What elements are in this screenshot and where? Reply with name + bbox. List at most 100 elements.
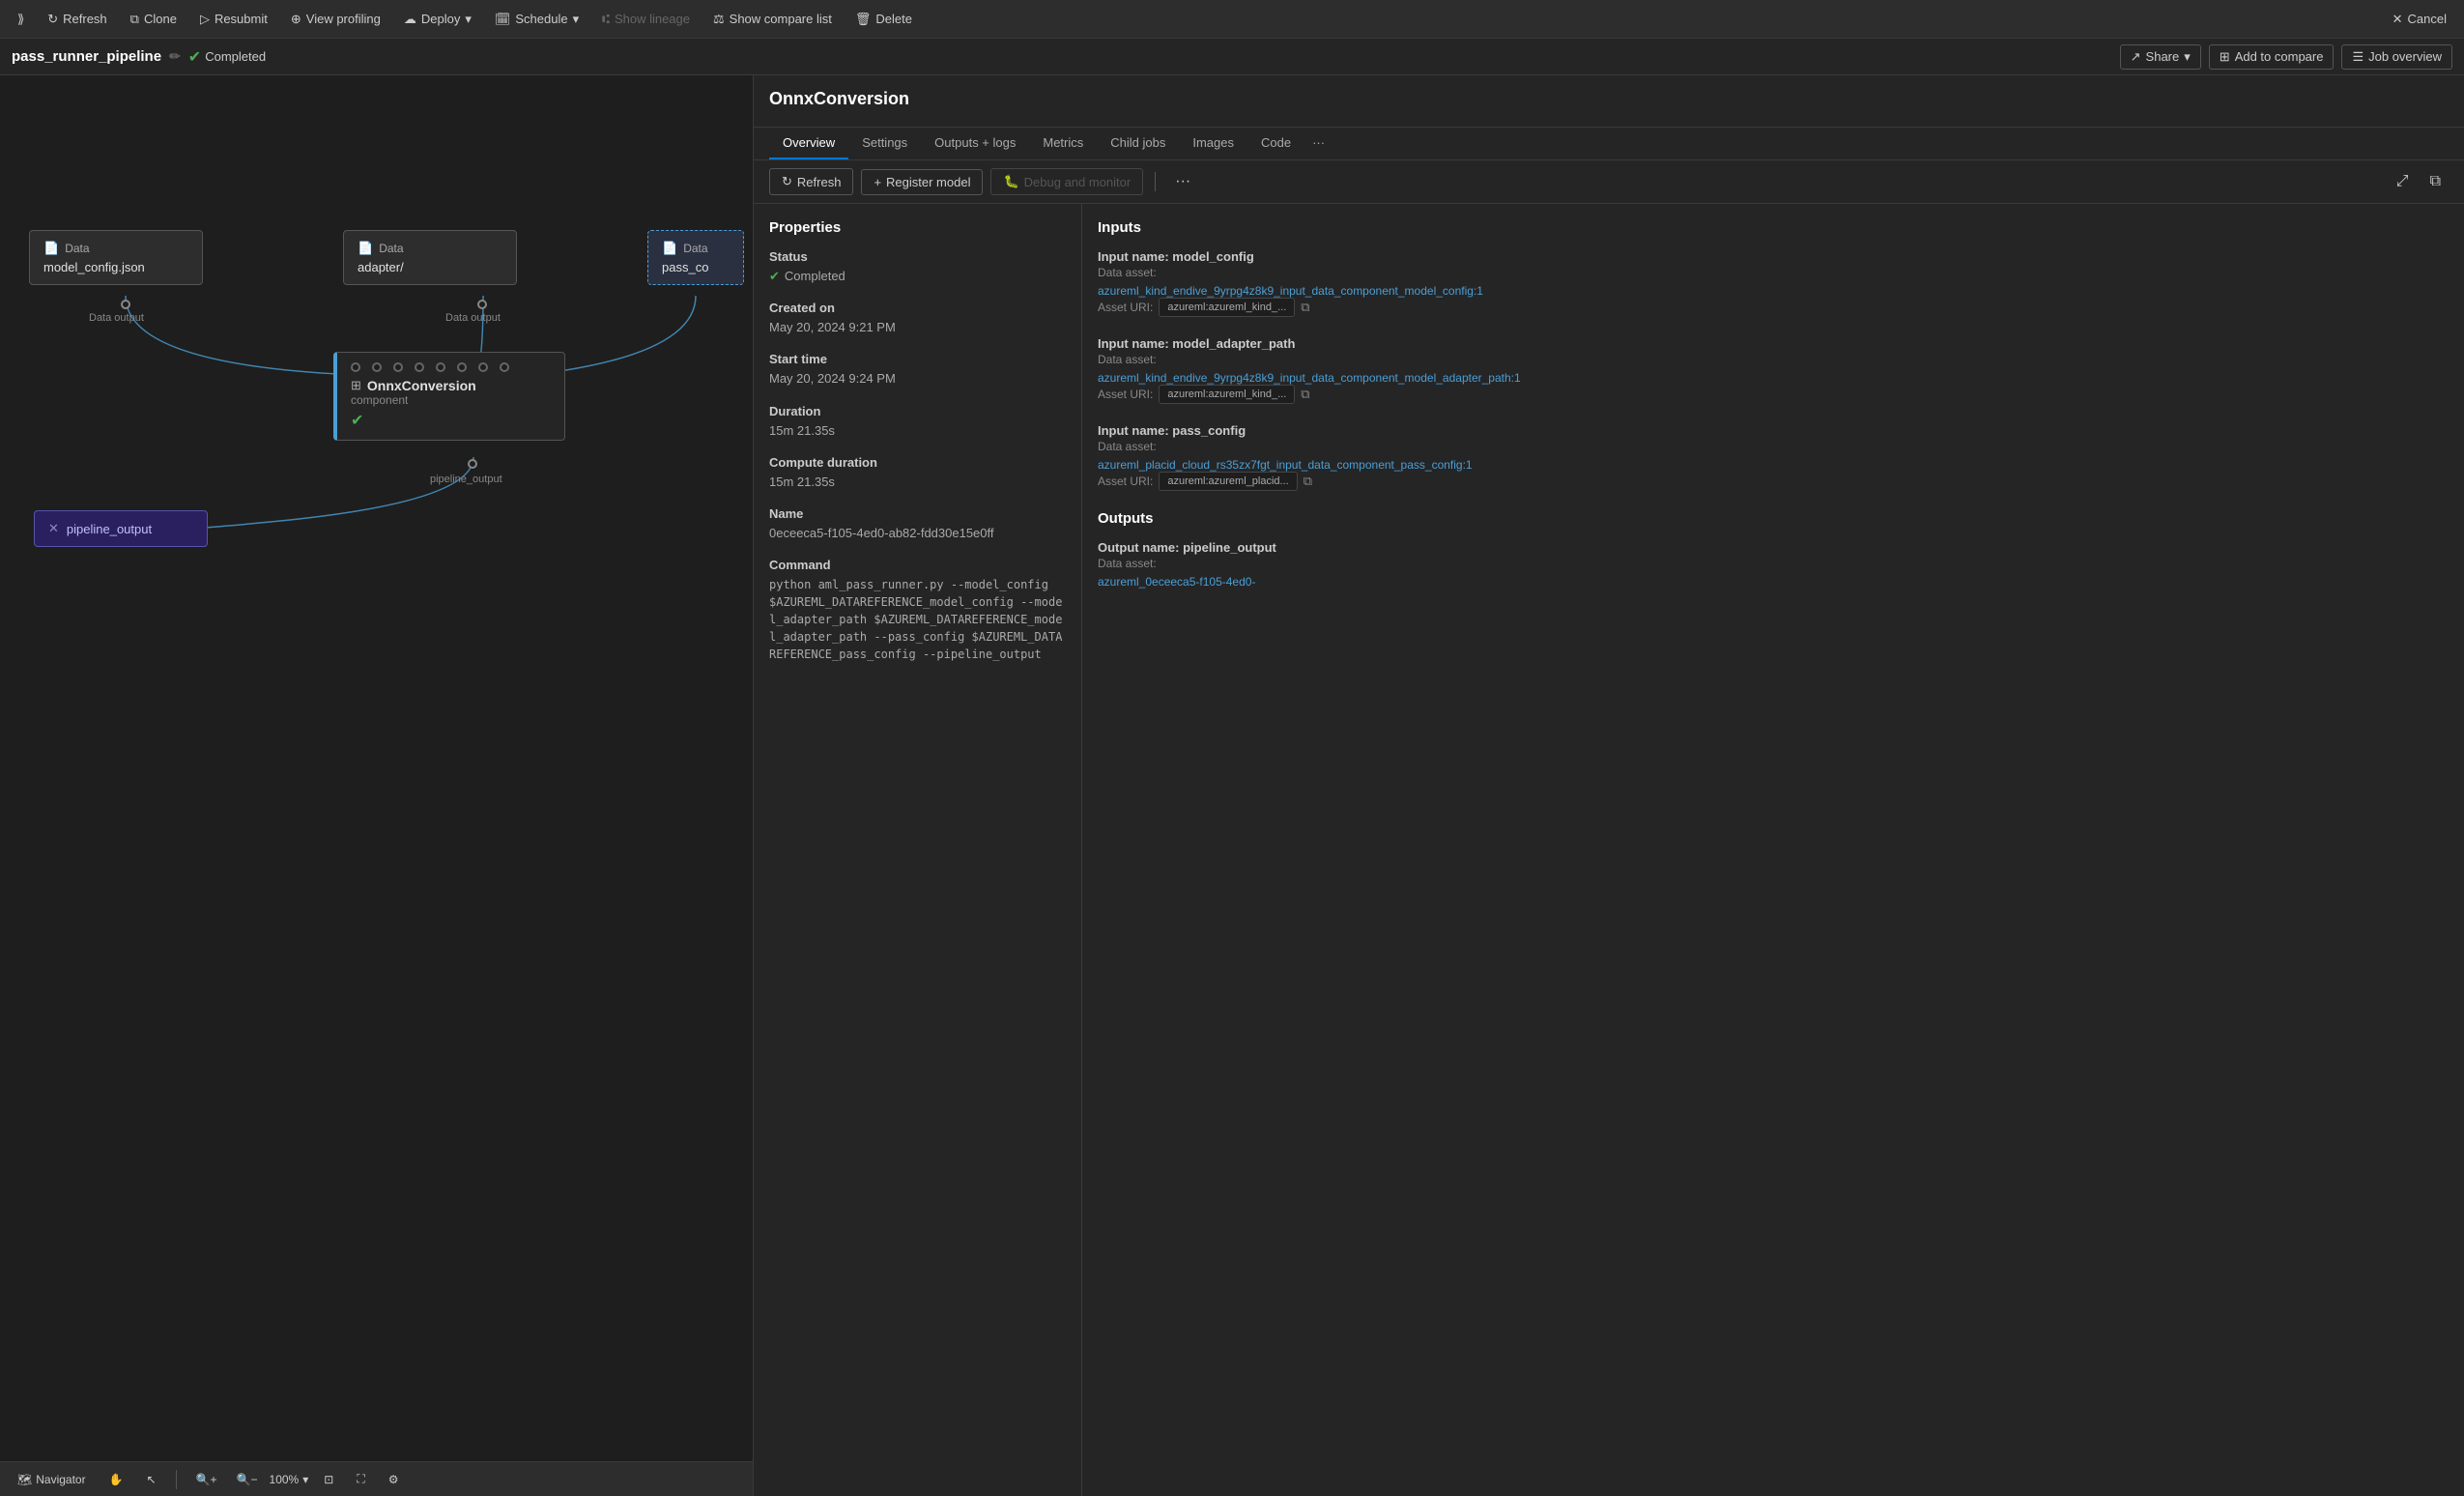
pipeline-output-node[interactable]: ✕ pipeline_output (34, 510, 208, 547)
add-to-compare-button[interactable]: ⊞ Add to compare (2209, 44, 2335, 70)
tab-more-button[interactable]: ··· (1304, 128, 1332, 159)
output-1-name: Output name: pipeline_output (1098, 540, 2449, 555)
cancel-button[interactable]: ✕ Cancel (2383, 8, 2456, 31)
input-1-uri-label: Asset URI: (1098, 301, 1153, 314)
edit-icon[interactable]: ✏ (169, 48, 181, 65)
data-icon-2: 📄 (358, 241, 373, 256)
input-3-uri-label: Asset URI: (1098, 475, 1153, 488)
created-on-label: Created on (769, 301, 1066, 315)
tab-images[interactable]: Images (1179, 128, 1247, 159)
data1-output-port (121, 300, 130, 309)
fit-view-button[interactable]: ⊡ (316, 1470, 341, 1489)
select-tool-button[interactable]: ↖ (139, 1470, 164, 1489)
show-lineage-button[interactable]: ⑆ Show lineage (592, 8, 700, 30)
clone-button[interactable]: ⧉ Clone (121, 8, 186, 31)
input-3-uri-value: azureml:azureml_placid... (1159, 472, 1297, 491)
input-1-uri-row: Asset URI: azureml:azureml_kind_... ⧉ (1098, 298, 2449, 317)
input-port-7 (478, 362, 488, 372)
select-icon: ↖ (147, 1473, 157, 1486)
component-output-label: pipeline_output (430, 474, 502, 485)
input-3-link[interactable]: azureml_placid_cloud_rs35zx7fgt_input_da… (1098, 458, 1473, 472)
share-button[interactable]: ↗ Share ▾ (2120, 44, 2201, 70)
resubmit-button[interactable]: ▷ Resubmit (190, 8, 277, 31)
component-node-title: OnnxConversion (367, 378, 476, 393)
pipeline-canvas[interactable]: 📄 Data model_config.json Data output 📄 D… (0, 75, 754, 1496)
input-2-uri-row: Asset URI: azureml:azureml_kind_... ⧉ (1098, 385, 2449, 404)
clone-icon: ⧉ (130, 12, 139, 27)
view-profiling-button[interactable]: ⊕ View profiling (281, 8, 390, 31)
zoom-out-icon: 🔍− (237, 1473, 258, 1486)
navigator-button[interactable]: 🗺 Navigator (10, 1470, 94, 1489)
output-1-link[interactable]: azureml_0eceeca5-f105-4ed0- (1098, 575, 1255, 589)
titlebar: pass_runner_pipeline ✏ ✔ Completed ↗ Sha… (0, 39, 2464, 75)
data-node-pass-config[interactable]: 📄 Data pass_co (647, 230, 744, 285)
prop-start-time: Start time May 20, 2024 9:24 PM (769, 352, 1066, 388)
input-1-uri-value: azureml:azureml_kind_... (1159, 298, 1295, 317)
refresh-button[interactable]: ↻ Refresh (38, 8, 116, 31)
data-node-model-config[interactable]: 📄 Data model_config.json (29, 230, 203, 285)
panel-header: OnnxConversion (754, 75, 2464, 128)
panel-more-button[interactable]: ··· (1167, 169, 1198, 194)
compute-duration-value: 15m 21.35s (769, 474, 1066, 491)
tab-metrics[interactable]: Metrics (1029, 128, 1097, 159)
input-2-sub: Data asset: (1098, 353, 2449, 366)
schedule-icon: 🗓 (495, 12, 511, 27)
input-item-pass-config: Input name: pass_config Data asset: azur… (1098, 423, 2449, 491)
settings-tool-button[interactable]: ⚙ (381, 1470, 407, 1489)
tab-code[interactable]: Code (1247, 128, 1304, 159)
command-label: Command (769, 558, 1066, 572)
debug-monitor-button[interactable]: 🐛 Debug and monitor (990, 168, 1143, 195)
component-node-sub: component (351, 393, 551, 407)
input-3-name: Input name: pass_config (1098, 423, 2449, 438)
tab-child-jobs[interactable]: Child jobs (1097, 128, 1179, 159)
tab-overview[interactable]: Overview (769, 128, 848, 159)
job-overview-button[interactable]: ☰ Job overview (2341, 44, 2452, 70)
data1-output-label: Data output (89, 312, 144, 324)
main-content: 📄 Data model_config.json Data output 📄 D… (0, 75, 2464, 1496)
outputs-title: Outputs (1098, 510, 2449, 527)
data2-output-port (477, 300, 487, 309)
data2-output-label: Data output (445, 312, 501, 324)
input-1-link[interactable]: azureml_kind_endive_9yrpg4z8k9_input_dat… (1098, 284, 1483, 298)
expand-button[interactable]: ⟫ (8, 8, 34, 31)
data-node-adapter[interactable]: 📄 Data adapter/ (343, 230, 517, 285)
hand-icon: ✋ (109, 1473, 124, 1486)
delete-button[interactable]: 🗑 Delete (845, 8, 922, 31)
lineage-icon: ⑆ (602, 12, 610, 26)
panel-view-icon[interactable]: ⧉ (2422, 170, 2449, 193)
canvas-bottom-toolbar: 🗺 Navigator ✋ ↖ 🔍+ 🔍− 100% ▾ ⊡ (0, 1461, 753, 1496)
input-2-name: Input name: model_adapter_path (1098, 336, 2449, 351)
zoom-in-button[interactable]: 🔍+ (188, 1470, 225, 1489)
hand-tool-button[interactable]: ✋ (101, 1470, 131, 1489)
input-item-model-config: Input name: model_config Data asset: azu… (1098, 249, 2449, 317)
register-icon: + (874, 175, 881, 189)
delete-icon: 🗑 (855, 12, 872, 27)
input-2-uri-value: azureml:azureml_kind_... (1159, 385, 1295, 404)
panel-refresh-button[interactable]: ↻ Refresh (769, 168, 853, 195)
expand-icon: ⟫ (17, 12, 24, 27)
input-2-copy-icon[interactable]: ⧉ (1301, 387, 1309, 402)
status-check-icon: ✔ (769, 268, 780, 285)
input-1-name: Input name: model_config (1098, 249, 2449, 264)
tab-settings[interactable]: Settings (848, 128, 921, 159)
input-3-copy-icon[interactable]: ⧉ (1304, 474, 1312, 489)
status-badge: ✔ Completed (188, 47, 266, 67)
register-model-button[interactable]: + Register model (861, 169, 983, 195)
schedule-button[interactable]: 🗓 Schedule ▾ (485, 8, 588, 31)
input-2-link[interactable]: azureml_kind_endive_9yrpg4z8k9_input_dat… (1098, 371, 1521, 385)
status-label: Status (769, 249, 1066, 264)
compare-add-icon: ⊞ (2220, 49, 2230, 65)
data-node-2-title: adapter/ (358, 260, 502, 274)
tab-outputs-logs[interactable]: Outputs + logs (921, 128, 1029, 159)
onnx-conversion-node[interactable]: ⊞ OnnxConversion component ✔ (333, 352, 565, 441)
right-panel: OnnxConversion Overview Settings Outputs… (754, 75, 2464, 1496)
show-compare-button[interactable]: ⚖ Show compare list (703, 8, 842, 31)
full-screen-button[interactable]: ⛶ (349, 1469, 372, 1489)
expand-panel-icon[interactable]: ⤢ (2389, 170, 2417, 193)
deploy-button[interactable]: ☁ Deploy ▾ (394, 8, 481, 31)
input-1-copy-icon[interactable]: ⧉ (1301, 300, 1309, 315)
panel-tabs: Overview Settings Outputs + logs Metrics… (754, 128, 2464, 160)
created-on-value: May 20, 2024 9:21 PM (769, 319, 1066, 336)
prop-created-on: Created on May 20, 2024 9:21 PM (769, 301, 1066, 336)
zoom-out-button[interactable]: 🔍− (229, 1470, 266, 1489)
